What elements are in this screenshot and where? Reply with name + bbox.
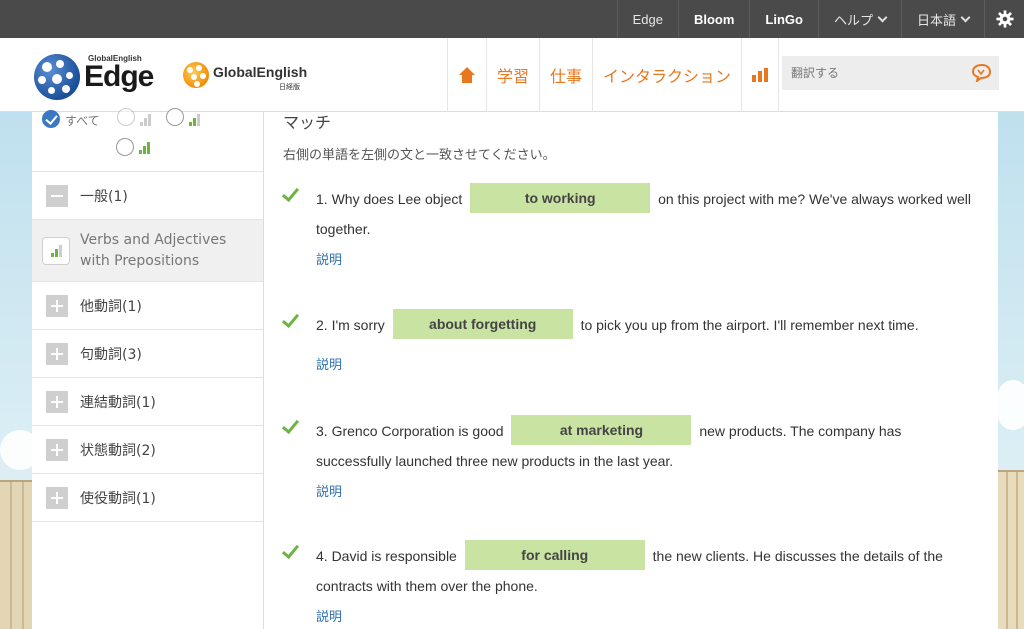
sidebar-item-verbs-adjectives-prepositions[interactable]: Verbs and Adjectives with Prepositions	[32, 220, 263, 282]
background-ruin-left	[0, 480, 36, 629]
sidebar-item-phrasal-verbs[interactable]: 句動詞(3)	[32, 330, 263, 378]
plus-box-icon	[46, 390, 68, 413]
level-icon	[42, 236, 70, 265]
filter-level3-radio[interactable]	[116, 138, 134, 156]
help-label: ヘルプ	[833, 12, 873, 28]
background-ruin-right	[998, 470, 1024, 629]
answer-slot[interactable]: for calling	[464, 540, 645, 571]
sidebar-item-label: 他動詞(1)	[80, 298, 142, 315]
top-bar: Edge Bloom LinGo ヘルプ 日本語	[0, 0, 1024, 38]
home-icon	[458, 67, 476, 83]
sidebar-item-causative-verbs[interactable]: 使役動詞(1)	[32, 474, 263, 522]
translate-search	[782, 56, 999, 90]
translate-input[interactable]	[782, 56, 962, 90]
site-header: GlobalEnglish Edge GlobalEnglish 日経版 学習 …	[0, 38, 1024, 112]
sidebar-item-general[interactable]: 一般(1)	[32, 172, 263, 220]
sidebar-item-label: 連結動詞(1)	[80, 394, 156, 411]
level-icon	[140, 114, 151, 126]
checkmark-icon	[282, 189, 298, 201]
answer-slot[interactable]: about forgetting	[392, 309, 573, 340]
topnav-bloom[interactable]: Bloom	[677, 0, 749, 38]
topnav-lingo[interactable]: LinGo	[749, 0, 818, 38]
top-nav: Edge Bloom LinGo ヘルプ 日本語	[616, 0, 1024, 38]
sidebar-item-label: 状態動詞(2)	[80, 442, 156, 459]
question-before: 1. Why does Lee object	[316, 191, 463, 207]
main-nav: 学習 仕事 インタラクション	[447, 38, 780, 112]
background-cloud	[998, 380, 1024, 430]
help-menu[interactable]: ヘルプ	[817, 0, 901, 38]
nav-home[interactable]	[447, 38, 486, 112]
globalenglish-logo[interactable]: GlobalEnglish 日経版	[183, 62, 313, 92]
level-icon	[189, 114, 200, 126]
question-text: 2. I'm sorry about forgetting to pick yo…	[316, 309, 976, 341]
explain-link[interactable]: 説明	[316, 249, 342, 268]
nav-progress[interactable]	[741, 38, 780, 112]
speech-bubble-icon[interactable]	[971, 64, 991, 82]
answer-slot[interactable]: to working	[470, 183, 651, 214]
filter-all-label: すべて	[65, 114, 100, 128]
explain-link[interactable]: 説明	[316, 354, 342, 373]
sidebar-item-label: 句動詞(3)	[80, 346, 142, 363]
plus-box-icon	[46, 294, 68, 317]
question-before: 4. David is responsible	[316, 548, 457, 564]
gear-icon	[995, 10, 1014, 28]
explain-link[interactable]: 説明	[316, 606, 342, 625]
settings-button[interactable]	[984, 0, 1024, 38]
filter-level2-radio[interactable]	[166, 108, 184, 126]
sidebar-item-label: Verbs and Adjectives with Prepositions	[80, 231, 227, 269]
globalenglish-logo-sub: 日経版	[279, 83, 300, 91]
sidebar-item-transitive-verbs[interactable]: 他動詞(1)	[32, 282, 263, 330]
orb-logo-icon	[183, 62, 209, 88]
sidebar: すべて 一般(1) Verbs and Adjectives with Prep…	[32, 108, 264, 629]
sidebar-item-linking-verbs[interactable]: 連結動詞(1)	[32, 378, 263, 426]
explain-link[interactable]: 説明	[316, 481, 342, 500]
globe-logo-icon	[34, 54, 80, 100]
exercise-panel: マッチ 右側の単語を左側の文と一致させてください。 1. Why does Le…	[264, 112, 998, 629]
checkmark-icon	[282, 315, 298, 327]
filter-all-radio[interactable]	[42, 110, 60, 128]
topnav-edge[interactable]: Edge	[616, 0, 678, 38]
language-menu[interactable]: 日本語	[900, 0, 984, 38]
edge-logo[interactable]: GlobalEnglish Edge	[34, 50, 164, 100]
nav-interaction[interactable]: インタラクション	[592, 38, 741, 112]
chevron-down-icon	[960, 12, 971, 22]
plus-box-icon	[46, 486, 68, 509]
bar-chart-icon	[752, 68, 769, 82]
sidebar-item-stative-verbs[interactable]: 状態動詞(2)	[32, 426, 263, 474]
nav-study[interactable]: 学習	[486, 38, 539, 112]
plus-box-icon	[46, 342, 68, 365]
question-after: to pick you up from the airport. I'll re…	[580, 317, 919, 333]
chevron-down-icon	[877, 12, 888, 22]
question-text: 4. David is responsible for calling the …	[316, 540, 976, 601]
level-icon	[139, 142, 150, 154]
sidebar-item-label: 一般(1)	[80, 188, 128, 205]
question-before: 2. I'm sorry	[316, 317, 385, 333]
level-filters: すべて	[32, 108, 263, 172]
checkmark-icon	[282, 421, 298, 433]
plus-box-icon	[46, 438, 68, 461]
question-text: 1. Why does Lee object to working on thi…	[316, 183, 976, 244]
language-label: 日本語	[916, 12, 956, 28]
question-text: 3. Grenco Corporation is good at marketi…	[316, 415, 976, 476]
question-before: 3. Grenco Corporation is good	[316, 423, 504, 439]
edge-logo-text: Edge	[84, 60, 154, 93]
minus-box-icon	[46, 184, 68, 207]
sidebar-item-label: 使役動詞(1)	[80, 490, 156, 507]
globalenglish-logo-text: GlobalEnglish	[213, 64, 308, 80]
filter-level1-radio[interactable]	[117, 108, 135, 126]
exercise-instruction: 右側の単語を左側の文と一致させてください。	[283, 148, 556, 163]
checkmark-icon	[282, 546, 298, 558]
exercise-title: マッチ	[283, 113, 332, 132]
nav-work[interactable]: 仕事	[539, 38, 592, 112]
answer-slot[interactable]: at marketing	[511, 415, 692, 446]
